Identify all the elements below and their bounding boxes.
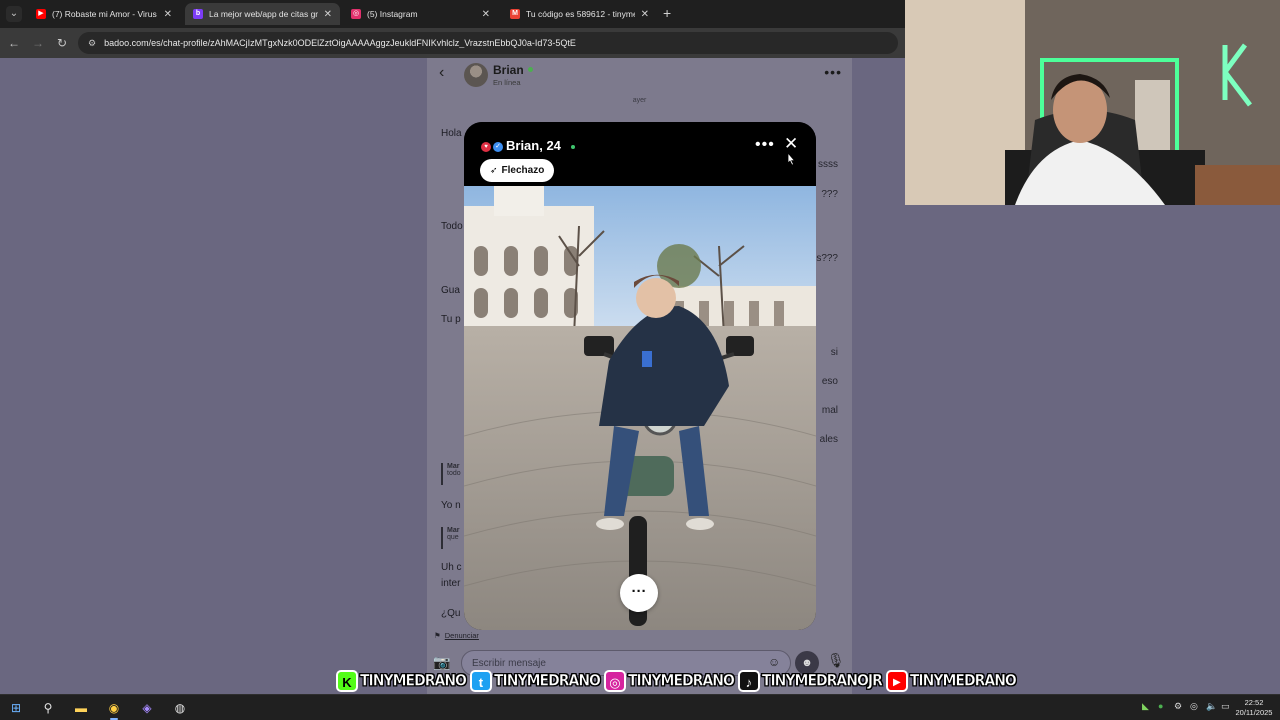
chrome-icon[interactable]: ◉ [105, 699, 123, 720]
tray-icon[interactable]: ⚙ [1174, 701, 1182, 712]
tab-youtube[interactable]: ▶ (7) Robaste mi Amor - Virus de ✕ [28, 3, 180, 25]
close-icon[interactable]: ✕ [784, 134, 798, 154]
reload-icon[interactable]: ↻ [53, 34, 71, 52]
url-text: badoo.com/es/chat-profile/zAhMACjIzMTgxN… [104, 38, 576, 48]
day-separator: ayer [632, 97, 647, 104]
message-peek-left: Hola [441, 128, 462, 139]
flag-icon: ⚑ [434, 631, 441, 640]
webcam-illustration [905, 0, 1280, 205]
profile-name-age: Brian, 24 [506, 138, 561, 153]
crush-badge-icon: ♥ [481, 142, 491, 152]
tab-search-chevron-icon[interactable]: ⌄ [6, 6, 22, 22]
reply-snippet: que [447, 534, 459, 541]
contact-status: En línea [493, 78, 521, 87]
chat-header: ‹ Brian En línea ••• [427, 58, 852, 94]
start-chat-button[interactable]: ··· [620, 574, 658, 612]
message-peek-left: Uh c [441, 562, 462, 573]
more-options-icon[interactable]: ••• [824, 64, 842, 80]
close-tab-icon[interactable]: ✕ [641, 9, 649, 20]
message-peek-right: eso [821, 376, 838, 387]
online-dot-icon [528, 67, 533, 72]
profile-header: ♥ ✓ Brian, 24 ••• ✕ ➶ Flechazo [464, 122, 816, 186]
profile-modal: ♥ ✓ Brian, 24 ••• ✕ ➶ Flechazo ··· [464, 122, 816, 630]
report-link[interactable]: ⚑ Denunciar [434, 631, 479, 640]
profile-more-icon[interactable]: ••• [755, 136, 775, 154]
back-arrow-icon[interactable]: ← [5, 34, 23, 52]
nvidia-tray-icon[interactable]: ◣ [1142, 701, 1149, 712]
message-peek-left: ¿Qu [441, 608, 461, 619]
instagram-icon: ◎ [351, 9, 361, 19]
message-peek-right: s??? [816, 253, 838, 264]
browser-tab-strip: ⌄ ▶ (7) Robaste mi Amor - Virus de ✕ b L… [0, 0, 905, 28]
social-instagram: ◎ TINYMEDRANO [603, 670, 735, 692]
file-explorer-icon[interactable]: ▬ [72, 699, 90, 717]
close-tab-icon[interactable]: ✕ [164, 9, 172, 20]
social-kick: K TINYMEDRANO [336, 670, 467, 692]
chat-back-icon[interactable]: ‹ [439, 64, 444, 82]
message-peek-left: Yo n [441, 500, 461, 511]
message-peek-right: ??? [821, 189, 838, 200]
social-youtube: ▶ TINYMEDRANO [885, 670, 1017, 692]
reply-snippet: todo [447, 470, 461, 477]
online-dot-icon [571, 145, 575, 149]
message-peek-left: Gua [441, 285, 460, 296]
network-icon[interactable]: ▭ [1221, 701, 1230, 712]
kick-icon: K [336, 670, 358, 692]
tab-gmail[interactable]: M Tu código es 589612 - tinymed ✕ [502, 3, 657, 25]
steam-tray-icon[interactable]: ◎ [1190, 701, 1198, 712]
close-tab-icon[interactable]: ✕ [324, 9, 332, 20]
tab-instagram[interactable]: ◎ (5) Instagram ✕ [343, 3, 498, 25]
screen: ⌄ ▶ (7) Robaste mi Amor - Virus de ✕ b L… [0, 0, 1280, 720]
site-info-icon[interactable]: ⚙ [88, 38, 96, 49]
close-tab-icon[interactable]: ✕ [482, 9, 490, 20]
status-tray-icon[interactable]: ● [1158, 701, 1163, 711]
photo-illustration [464, 186, 816, 630]
windows-start-icon[interactable]: ⊞ [7, 699, 25, 717]
app-icon[interactable]: ◈ [138, 699, 156, 717]
message-peek-left: Todo [441, 221, 463, 232]
twitter-icon: t [469, 670, 492, 692]
arrow-heart-icon: ➶ [490, 165, 498, 175]
search-icon[interactable]: ⚲ [39, 699, 57, 717]
verified-icon: ✓ [493, 142, 503, 152]
profile-photo[interactable]: ··· [464, 186, 816, 630]
youtube-icon: ▶ [36, 9, 46, 19]
browser-toolbar: ← → ↻ ⚙ badoo.com/es/chat-profile/zAhMAC… [0, 28, 905, 58]
taskbar: ⊞ ⚲ ▬ ◉ ◈ ◍ ◣ ● ⚙ ◎ 🔈 ▭ 22:52 20/11/2025 [0, 694, 1280, 720]
webcam-overlay [905, 0, 1280, 205]
system-clock[interactable]: 22:52 20/11/2025 [1232, 698, 1276, 718]
social-twitter: t TINYMEDRANO [469, 670, 601, 692]
mouse-cursor-icon [787, 152, 796, 166]
new-tab-button[interactable]: + [663, 5, 671, 21]
youtube-icon: ▶ [885, 670, 908, 692]
volume-icon[interactable]: 🔈 [1206, 701, 1217, 712]
obs-icon[interactable]: ◍ [171, 699, 189, 717]
social-banner: K TINYMEDRANO t TINYMEDRANO ◎ TINYMEDRAN… [336, 667, 1020, 695]
message-peek-left: Tu p [441, 314, 461, 325]
contact-name[interactable]: Brian [493, 63, 524, 77]
tiktok-icon: ♪ [737, 670, 760, 692]
flechazo-badge[interactable]: ➶ Flechazo [480, 159, 555, 182]
message-peek-left: inter [441, 578, 461, 589]
message-peek-right: ales [819, 434, 838, 445]
tab-badoo[interactable]: b La mejor web/app de citas grat ✕ [185, 3, 340, 25]
message-peek-right: mal [821, 405, 838, 416]
badoo-icon: b [193, 9, 203, 19]
forward-arrow-icon[interactable]: → [29, 34, 47, 52]
address-bar[interactable]: ⚙ badoo.com/es/chat-profile/zAhMACjIzMTg… [78, 32, 898, 54]
message-peek-right: ssss [818, 159, 838, 170]
avatar[interactable] [464, 63, 488, 87]
gmail-icon: M [510, 9, 520, 19]
instagram-icon: ◎ [603, 670, 626, 692]
social-tiktok: ♪ TINYMEDRANOJR [737, 670, 883, 692]
message-peek-right: si [830, 347, 838, 358]
